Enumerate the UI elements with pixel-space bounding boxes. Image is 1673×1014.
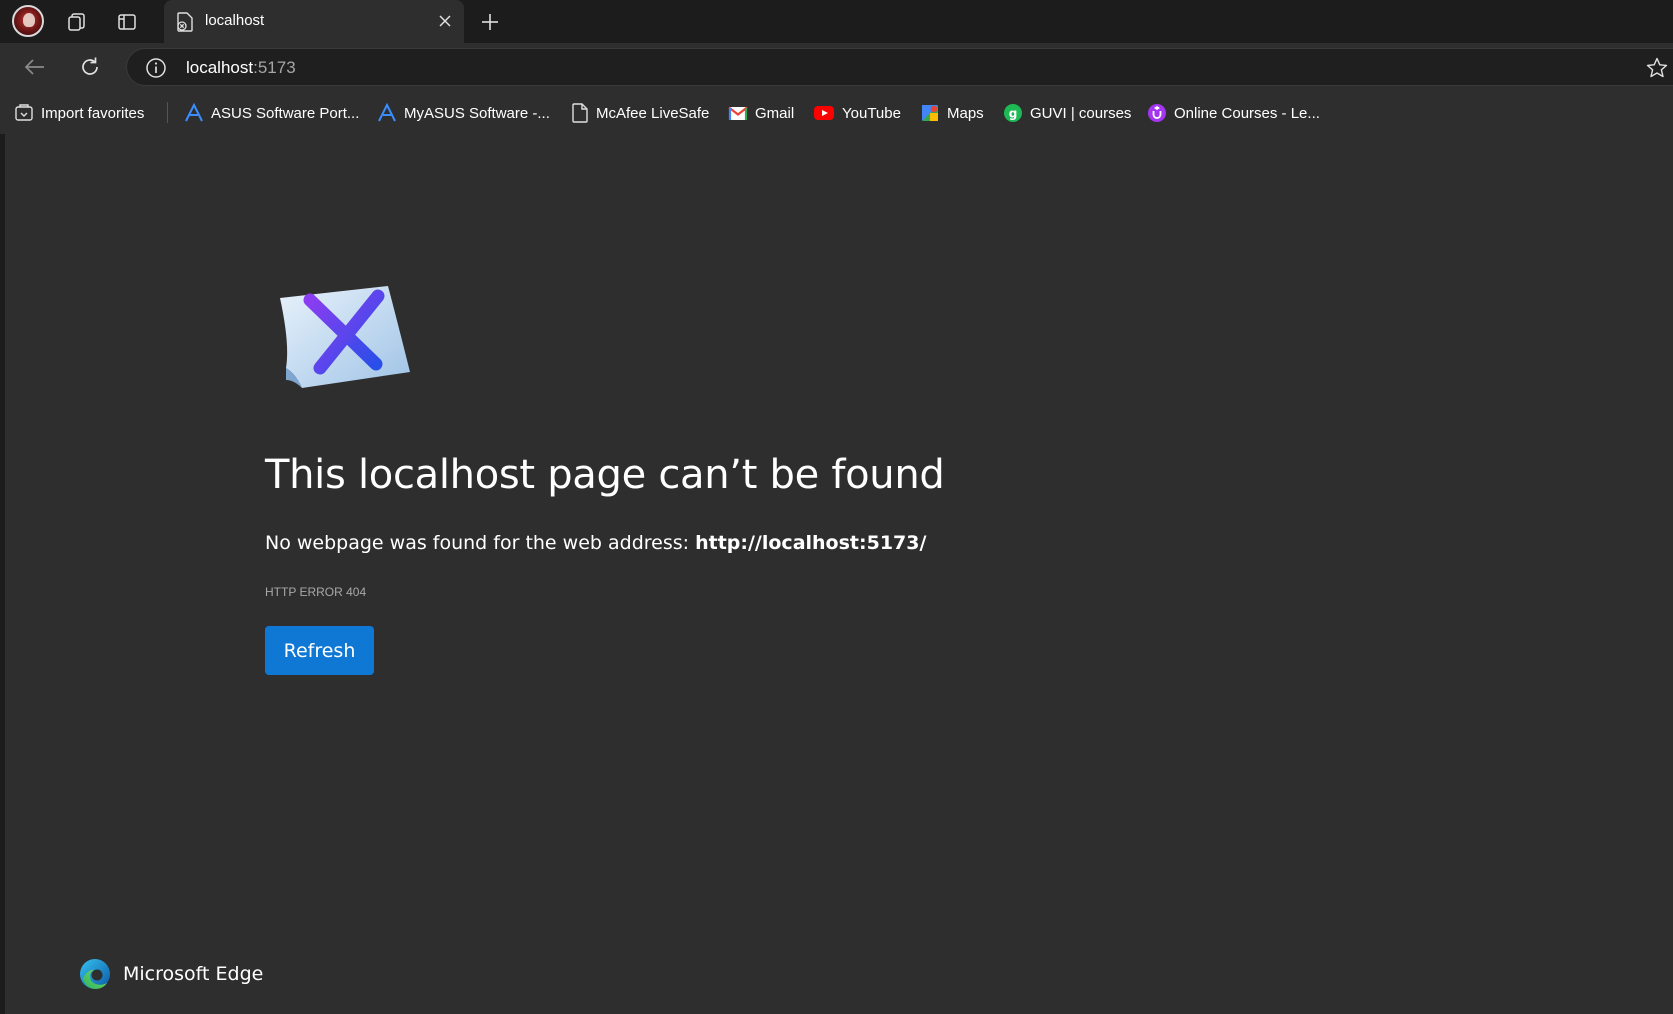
favorite-guvi[interactable]: g GUVI | courses — [1003, 101, 1131, 125]
error-url: http://localhost:5173/ — [695, 532, 927, 554]
error-page — [5, 134, 1673, 1014]
favorite-mcafee[interactable]: McAfee LiveSafe — [571, 101, 709, 125]
vertical-tabs-icon[interactable] — [111, 6, 143, 38]
site-info-icon[interactable] — [145, 57, 167, 79]
favorite-label: MyASUS Software -... — [404, 104, 550, 122]
favorite-youtube[interactable]: YouTube — [813, 101, 901, 125]
active-tab[interactable]: localhost — [164, 0, 464, 43]
favorite-label: Online Courses - Le... — [1174, 104, 1320, 122]
favorite-online-courses[interactable]: Online Courses - Le... — [1147, 101, 1320, 125]
favorite-label: McAfee LiveSafe — [596, 104, 710, 122]
address-bar[interactable]: localhost:5173 — [126, 48, 1673, 86]
close-tab-icon[interactable] — [434, 10, 456, 32]
error-title: This localhost page can’t be found — [265, 452, 945, 498]
error-paper-x-icon — [276, 284, 410, 388]
navigation-toolbar: localhost:5173 — [0, 43, 1673, 91]
favorite-gmail[interactable]: Gmail — [728, 101, 794, 125]
youtube-icon — [814, 106, 834, 120]
favorite-asus-portal[interactable]: ASUS Software Port... — [184, 101, 359, 125]
edge-logo-icon — [80, 959, 110, 989]
guvi-icon: g — [1004, 104, 1022, 122]
profile-avatar[interactable] — [12, 5, 44, 37]
edge-brand: Microsoft Edge — [79, 958, 263, 990]
favorites-divider — [167, 102, 168, 123]
page-icon — [572, 103, 588, 123]
page-error-icon — [176, 12, 194, 32]
refresh-button[interactable]: Refresh — [265, 626, 374, 675]
error-description: No webpage was found for the web address… — [265, 532, 926, 554]
favorite-maps[interactable]: Maps — [920, 101, 984, 125]
asus-icon — [185, 103, 203, 122]
favorite-label: Maps — [947, 104, 984, 122]
import-icon — [15, 104, 33, 121]
tab-title: localhost — [205, 12, 265, 29]
address-text[interactable]: localhost:5173 — [186, 58, 296, 78]
favorites-bar: Import favorites ASUS Software Port... M… — [0, 91, 1673, 134]
collections-icon[interactable] — [60, 6, 92, 38]
error-code: HTTP ERROR 404 — [265, 585, 367, 599]
tab-strip: localhost — [0, 0, 1673, 43]
address-port: :5173 — [253, 58, 296, 77]
back-arrow-icon[interactable] — [19, 51, 51, 83]
favorite-myasus[interactable]: MyASUS Software -... — [377, 101, 550, 125]
favorite-label: ASUS Software Port... — [211, 104, 360, 122]
svg-text:g: g — [1009, 107, 1018, 121]
favorite-label: YouTube — [842, 104, 901, 122]
error-description-text: No webpage was found for the web address… — [265, 532, 696, 554]
favorite-label: GUVI | courses — [1030, 104, 1132, 122]
udemy-icon — [1148, 104, 1166, 122]
gmail-icon — [728, 106, 748, 120]
favorite-import[interactable]: Import favorites — [14, 101, 144, 125]
refresh-icon[interactable] — [74, 51, 106, 83]
maps-icon — [922, 105, 938, 121]
favorite-label: Gmail — [755, 104, 795, 122]
favorite-star-icon[interactable] — [1645, 56, 1669, 80]
brand-name: Microsoft Edge — [123, 963, 264, 985]
favorite-label: Import favorites — [41, 104, 145, 122]
address-host: localhost — [186, 58, 254, 77]
asus-icon — [378, 103, 396, 122]
new-tab-icon[interactable] — [474, 6, 506, 38]
